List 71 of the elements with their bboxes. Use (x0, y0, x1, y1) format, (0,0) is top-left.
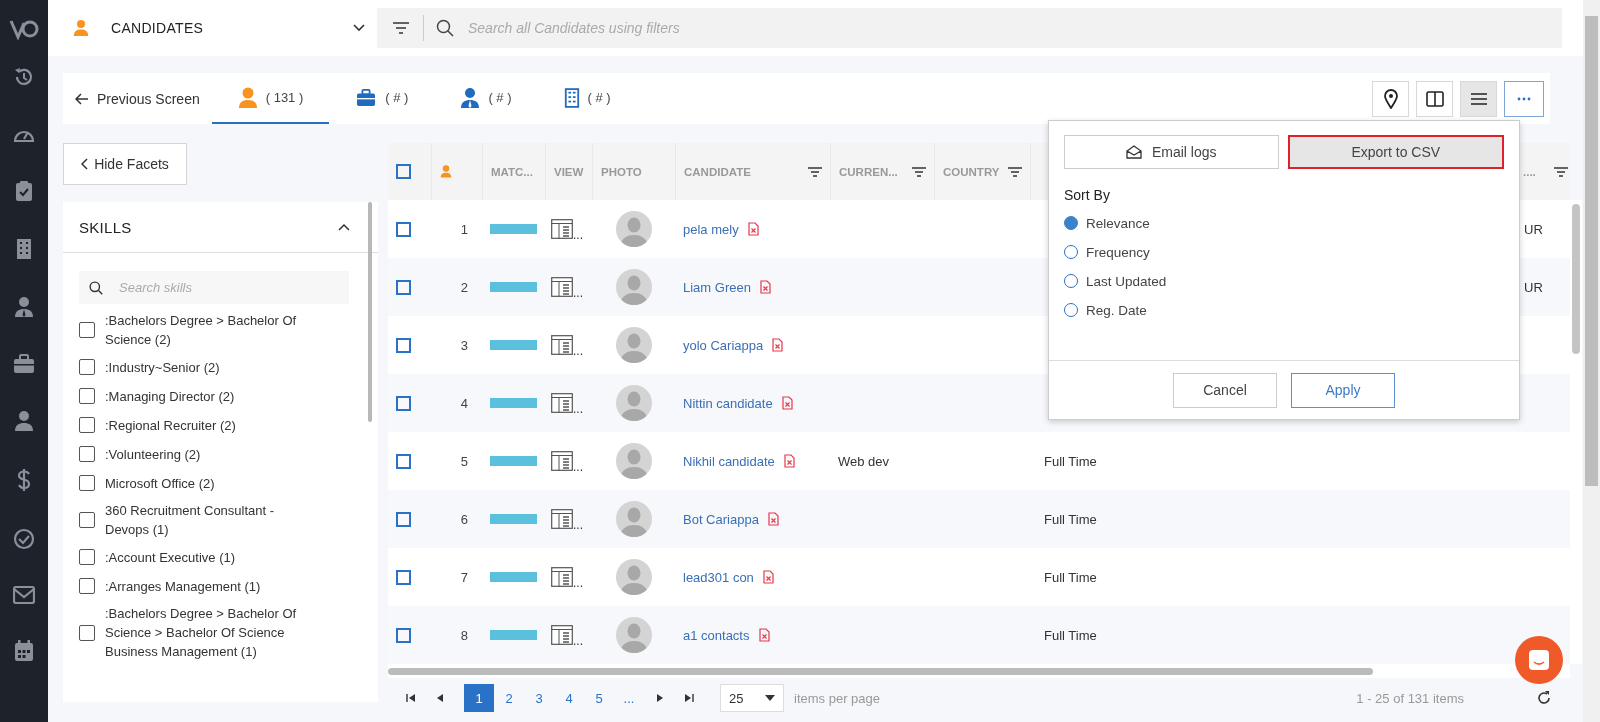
facet-option: :Bachelors Degree > Bachelor Of Science > Bachelor Of Science Business Management (1) (105, 604, 320, 661)
view-text: ... (573, 344, 583, 358)
row-number: 5 (460, 453, 468, 469)
sort-option[interactable]: Relevance (1086, 215, 1150, 231)
view-text: ... (573, 402, 583, 416)
facet-option: :Industry~Senior (2) (105, 357, 320, 377)
tab[interactable]: ( # ) (329, 73, 435, 124)
module-dropdown[interactable]: CANDIDATES (73, 8, 373, 48)
search-field[interactable]: Search all Candidates using filters (377, 8, 1562, 48)
candidate-link[interactable]: lead301 con (683, 569, 754, 585)
facet-title: SKILLS (79, 218, 132, 236)
table-cell: Full Time (1044, 627, 1097, 643)
facet-option: 360 Recruitment Consultant - Devops (1) (105, 501, 320, 539)
email-logs-button[interactable]: Email logs (1064, 135, 1279, 169)
sort-option[interactable]: Frequency (1086, 244, 1150, 260)
page-size-label: items per page (794, 690, 880, 706)
hide-facets-button[interactable]: Hide Facets (63, 143, 187, 185)
facet-option: Microsoft Office (2) (105, 473, 320, 493)
sort-option[interactable]: Last Updated (1086, 273, 1167, 289)
skill-search-input[interactable]: Search skills (117, 279, 321, 296)
sort-option[interactable]: Reg. Date (1086, 302, 1147, 318)
view-text: ... (573, 576, 583, 590)
candidate-link[interactable]: Nittin candidate (683, 395, 773, 411)
candidate-link[interactable]: Bot Cariappa (683, 511, 759, 527)
table-cell: UR (1524, 221, 1543, 237)
page-size-dropdown[interactable]: 25 (720, 684, 784, 712)
apply-button[interactable]: Apply (1291, 372, 1395, 408)
view-text: ... (573, 460, 583, 474)
view-text: ... (573, 286, 583, 300)
facet-option: :Bachelors Degree > Bachelor Of Science (2) (105, 311, 320, 349)
candidate-link[interactable]: a1 contacts (683, 627, 750, 643)
tab[interactable]: ( # ) (537, 73, 637, 124)
sort-by-label: Sort By (1064, 187, 1111, 203)
page-link[interactable]: 4 (554, 684, 584, 712)
row-number: 2 (460, 279, 468, 295)
table-cell: Full Time (1044, 453, 1097, 469)
facet-option: :Account Executive (1) (105, 547, 320, 567)
view-text: ... (573, 518, 583, 532)
back-link[interactable]: Previous Screen (63, 73, 212, 124)
facet-option: :Managing Director (2) (105, 386, 320, 406)
page-link[interactable]: 1 (464, 684, 494, 712)
row-number: 4 (460, 395, 468, 411)
export-csv-button[interactable]: Export to CSV (1287, 135, 1504, 169)
candidate-link[interactable]: yolo Cariappa (683, 337, 764, 353)
row-number: 8 (460, 627, 468, 643)
facet-option: :Arranges Management (1) (105, 576, 320, 596)
row-number: 3 (460, 337, 468, 353)
row-number: 7 (460, 569, 468, 585)
candidate-link[interactable]: Nikhil candidate (683, 453, 775, 469)
view-text: ... (573, 228, 583, 242)
facet-option: :Regional Recruiter (2) (105, 415, 320, 435)
search-input[interactable]: Search all Candidates using filters (466, 15, 1070, 41)
page-link[interactable]: 5 (584, 684, 614, 712)
page-link[interactable]: ... (614, 684, 644, 712)
view-text: ... (573, 634, 583, 648)
page-link[interactable]: 2 (494, 684, 524, 712)
skill-search-field[interactable]: Search skills (79, 271, 349, 304)
page-link[interactable]: 3 (524, 684, 554, 712)
tab[interactable]: ( 131 ) (211, 73, 330, 124)
table-cell: UR (1524, 279, 1543, 295)
pagination-summary: 1 - 25 of 131 items (1356, 690, 1464, 706)
candidate-link[interactable]: Liam Green (683, 279, 751, 295)
row-number: 1 (460, 221, 468, 237)
candidate-link[interactable]: pela mely (683, 221, 739, 237)
cancel-button[interactable]: Cancel (1173, 372, 1277, 408)
tab[interactable]: ( # ) (434, 73, 538, 124)
row-number: 6 (460, 511, 468, 527)
facet-option: :Volunteering (2) (105, 444, 320, 464)
table-cell: Full Time (1044, 569, 1097, 585)
table-cell: Full Time (1044, 511, 1097, 527)
table-cell: Web dev (838, 453, 890, 469)
